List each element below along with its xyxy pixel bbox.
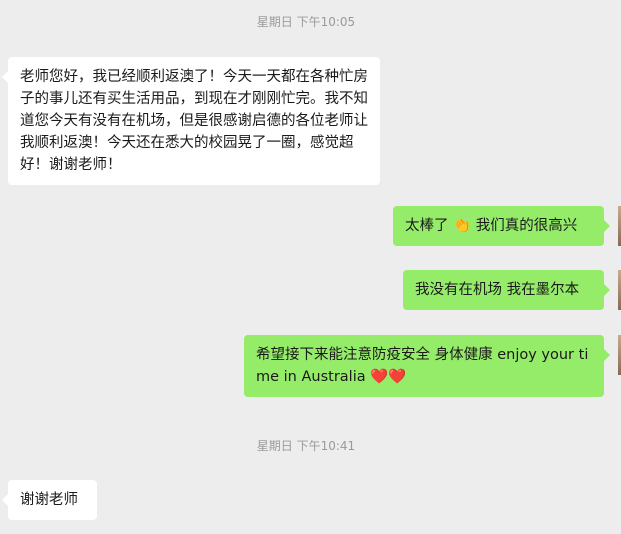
message-bubble-outgoing[interactable]: 希望接下来能注意防疫安全 身体健康 enjoy your time in Aus…: [244, 335, 610, 397]
message-bubble-incoming[interactable]: 谢谢老师: [2, 480, 97, 520]
timestamp-label: 星期日 下午10:05: [256, 15, 356, 29]
message-bubble-incoming[interactable]: 老师您好，我已经顺利返澳了！今天一天都在各种忙房子的事儿还有买生活用品，到现在才…: [2, 57, 380, 185]
message-bubble-outgoing[interactable]: 太棒了 👏 我们真的很高兴: [393, 206, 610, 246]
timestamp-label: 星期日 下午10:41: [256, 439, 356, 453]
message-bubble-outgoing[interactable]: 我没有在机场 我在墨尔本: [403, 270, 610, 310]
